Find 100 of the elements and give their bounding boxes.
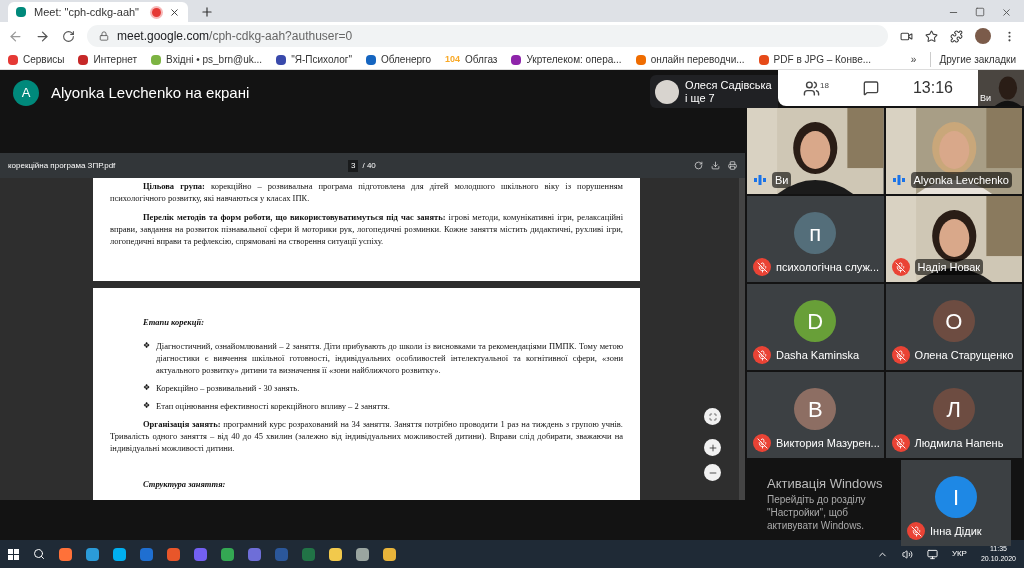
meet-tab-icon: [16, 7, 26, 17]
pdf-filename: корекційна програма ЗПР.pdf: [8, 159, 117, 172]
browser-tab[interactable]: Meet: "cph-cdkg-aah": [8, 2, 188, 22]
address-field[interactable]: meet.google.com/cph-cdkg-aah?authuser=0: [87, 25, 888, 47]
rotate-icon[interactable]: [694, 161, 703, 170]
search-icon[interactable]: [33, 548, 45, 560]
list-item: Діагностичний, ознайомлюваний – 2 заняття. Діти прибувають до школи із висновками та рекомендаціями ПМПК. Тому метою діагностики є вивчення шкільної готовності, індивідуальних особливостей інтелектуальної та когнітивної сфери, «зони актуального розвитку» дитини та визначення її «зони найближчого розвитку».: [156, 340, 623, 376]
app-icon[interactable]: [356, 547, 369, 561]
volume-icon[interactable]: [901, 548, 913, 560]
bullet-marker: ❖: [143, 382, 150, 394]
back-icon[interactable]: [8, 28, 23, 44]
app-icon[interactable]: [86, 547, 99, 561]
people-count: 18: [820, 79, 829, 92]
app-icon[interactable]: [221, 547, 234, 561]
people-icon: [803, 79, 820, 97]
bookmark[interactable]: Сервисы: [8, 52, 65, 67]
bookmark-star-icon[interactable]: [925, 29, 938, 43]
app-icon[interactable]: [329, 547, 342, 561]
participant-tile[interactable]: І Інна Дідик: [901, 460, 1011, 546]
participant-tile[interactable]: Ви: [747, 108, 884, 194]
bookmark[interactable]: Укртелеком: опера...: [511, 52, 622, 67]
network-icon[interactable]: [926, 548, 938, 560]
participant-tile[interactable]: О Олена Старущенко: [885, 284, 1022, 370]
participant-tile[interactable]: Alyonka Levchenko: [885, 108, 1022, 194]
participant-name: Виктория Мазурен...: [776, 435, 880, 451]
list-item: Корекційно – розвивальний - 30 занять.: [156, 382, 301, 394]
print-icon[interactable]: [728, 161, 737, 170]
lock-icon: [99, 31, 109, 41]
bookmark[interactable]: 104 Облгаз: [445, 52, 498, 67]
app-icon[interactable]: [383, 547, 396, 561]
avatar: І: [935, 476, 977, 518]
start-icon[interactable]: [8, 548, 19, 560]
participant-name: Олена Старущенко: [914, 347, 1014, 363]
bookmark[interactable]: онлайн переводчи...: [635, 52, 745, 67]
activation-title: Активація Windows: [767, 474, 884, 493]
participant-tile[interactable]: Надія Новак: [885, 196, 1022, 282]
clock-time: 13:16: [912, 78, 953, 98]
participant-name: Alyonka Levchenko: [910, 171, 1012, 188]
language-indicator[interactable]: УКР: [951, 548, 967, 560]
people-button[interactable]: 18: [803, 79, 829, 97]
scrollbar[interactable]: [739, 178, 745, 500]
profile-avatar[interactable]: [975, 28, 991, 44]
avatar: п: [794, 212, 837, 254]
zoom-out-button[interactable]: [704, 464, 721, 481]
extensions-icon[interactable]: [950, 29, 963, 43]
bookmark[interactable]: Интернет: [78, 52, 138, 67]
bookmark[interactable]: "Я-Психолог": [276, 52, 352, 67]
paragraph: Перелік методів та форм роботи, що використовуватимуться під час занять: ігрові методи, комунікативні ігри, релаксаційні вправи, завдання на розвиток пізнавальної сфери й моторики рук, логопедичні розминки. Кожне заняття містить дидактичні, рухливі ігри, логопедичні вправи та рефлексію, спрямовані на створення ситуації успіху.: [110, 211, 623, 247]
bookmark[interactable]: Другие закладки: [930, 52, 1016, 67]
participants-chip[interactable]: Олеся Садівська і ще 7: [650, 75, 778, 108]
participant-tile[interactable]: D Dasha Kaminska: [747, 284, 884, 370]
bookmarks-overflow[interactable]: »: [910, 52, 917, 67]
chip-name: Олеся Садівська: [685, 78, 772, 92]
bookmark[interactable]: Вхідні • ps_brn@uk...: [151, 52, 263, 67]
bullet-marker: ❖: [143, 400, 150, 412]
bookmark[interactable]: PDF в JPG – Конве...: [758, 52, 872, 67]
activation-message: Перейдіть до розділу "Настройки", щоб активувати Windows.: [767, 493, 867, 533]
participant-tile[interactable]: Л Людмила Напень: [885, 372, 1022, 458]
bookmark[interactable]: Обленерго: [365, 52, 432, 67]
fit-page-button[interactable]: [704, 408, 721, 425]
avatar: Л: [932, 388, 975, 430]
paragraph: Організація занять: програмний курс розрахований на 34 заняття. Заняття потрібно проводити 1 раз на тиждень з групою учнів. Тривалість одного заняття – від 40 до 45 хвилин (залежно від індивідуальних можливостей дитини). Вправи слід добирати, зважаючи на індивідуальні можливості дитини.: [110, 418, 623, 454]
app-icon[interactable]: [167, 547, 180, 561]
close-icon[interactable]: [169, 6, 180, 18]
new-tab-icon[interactable]: [200, 5, 214, 19]
plus-icon: [707, 442, 718, 453]
presentation-title: Alyonka Levchenko на екрані: [51, 82, 250, 103]
reload-icon[interactable]: [62, 29, 75, 43]
forward-icon[interactable]: [35, 28, 50, 44]
download-icon[interactable]: [711, 161, 720, 170]
app-icon[interactable]: [59, 547, 72, 561]
participant-name: Надія Новак: [914, 258, 984, 276]
self-view[interactable]: Ви: [978, 70, 1024, 106]
participant-name: Dasha Kaminska: [776, 347, 860, 363]
bullet-marker: ❖: [143, 340, 150, 352]
presenter-avatar: A: [13, 80, 39, 106]
maximize-icon[interactable]: [975, 7, 985, 17]
participant-name: Ви: [772, 171, 792, 188]
list-item: Етап оцінювання ефективності корекційного впливу – 2 заняття.: [156, 400, 391, 412]
participant-tile[interactable]: п психологічна служ...: [747, 196, 884, 282]
participant-name: психологічна служ...: [776, 259, 880, 275]
avatar: О: [932, 300, 975, 342]
section-heading: Структура заняття:: [142, 478, 227, 490]
chat-icon[interactable]: [862, 80, 879, 96]
page-number-field[interactable]: 3: [348, 159, 359, 172]
zoom-in-button[interactable]: [704, 439, 721, 456]
fit-icon: [708, 412, 717, 421]
avatar: В: [794, 388, 837, 430]
participant-name: Людмила Напень: [914, 435, 1004, 451]
avatar: [655, 79, 679, 104]
app-icon[interactable]: [113, 547, 126, 561]
close-window-icon[interactable]: [1001, 7, 1012, 18]
page-total: / 40: [362, 159, 376, 172]
tab-title: Meet: "cph-cdkg-aah": [34, 4, 141, 20]
participant-tile[interactable]: В Виктория Мазурен...: [747, 372, 884, 458]
section-heading: Етапи корекції:: [142, 316, 205, 328]
avatar: D: [794, 300, 837, 342]
chip-more: і ще 7: [685, 91, 716, 105]
bookmark-number: 104: [445, 52, 461, 66]
paragraph: Цільова група: корекційно – розвивальна програма підготовлена для дітей молодшого шкільного віку із порушенням психологічного розвитку, які навчаються у класах ІПК.: [110, 180, 623, 204]
